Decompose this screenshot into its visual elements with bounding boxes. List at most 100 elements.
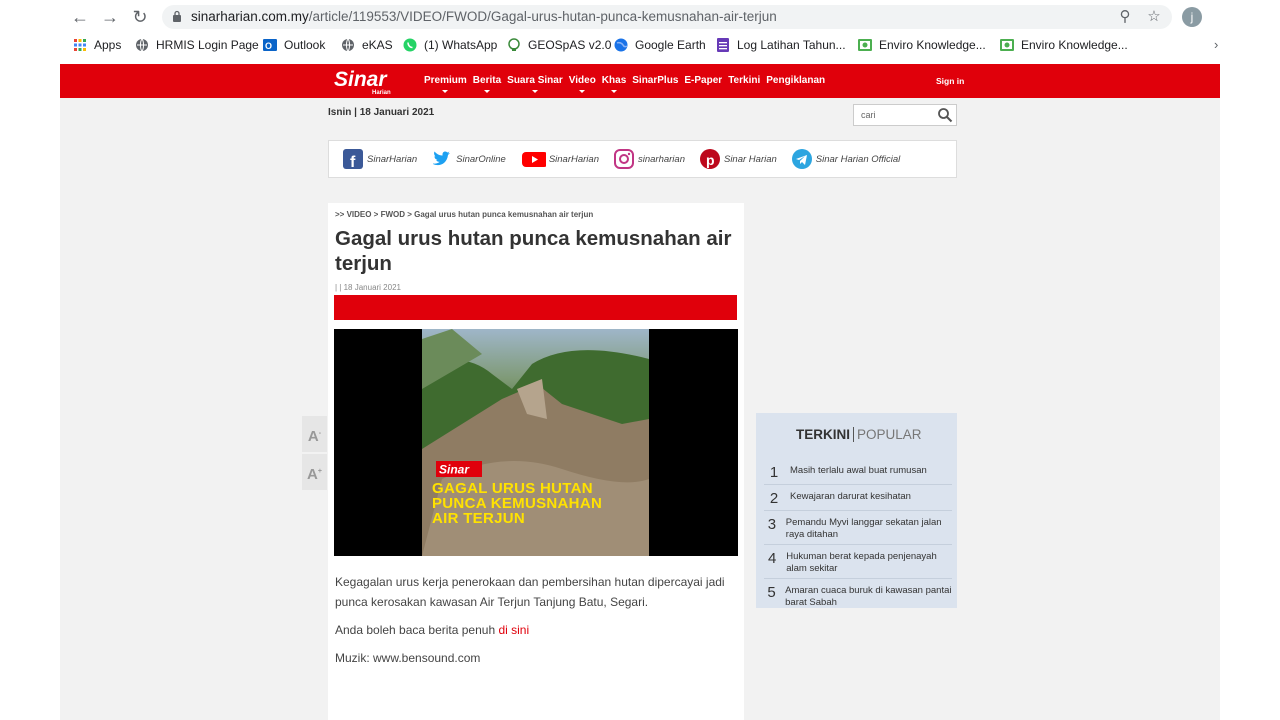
geospas-icon (508, 38, 520, 51)
menu-suara-sinar[interactable]: Suara Sinar (507, 75, 563, 93)
back-arrow-icon[interactable]: ← (69, 6, 91, 28)
caret-down-icon (483, 90, 490, 93)
bookmark-google-earth[interactable]: Google Earth (614, 38, 706, 52)
social-label: SinarHarian (548, 153, 599, 165)
article-paragraph: Muzik: www.bensound.com (335, 651, 481, 665)
bookmark-log-latihan[interactable]: Log Latihan Tahun... (716, 38, 846, 52)
item-headline[interactable]: Masih terlalu awal buat rumusan (784, 463, 927, 477)
video-player[interactable]: Sinar GAGAL URUS HUTAN PUNCA KEMUSNAHAN … (334, 329, 738, 556)
bookmark-label: Apps (94, 38, 122, 52)
social-label: Sinar Harian Official (815, 153, 901, 165)
menu-sinarplus[interactable]: SinarPlus (632, 75, 678, 86)
caret-down-icon (442, 90, 449, 93)
search-icon[interactable] (937, 107, 953, 123)
list-item[interactable]: 2 Kewajaran darurat kesihatan (764, 485, 952, 511)
pinterest-icon: p (699, 149, 720, 169)
url-path: /article/119553/VIDEO/FWOD/Gagal-urus-hu… (308, 9, 777, 24)
social-instagram[interactable]: sinarharian (613, 148, 685, 170)
font-increase-button[interactable]: A+ (302, 454, 327, 490)
article-meta: | | 18 Januari 2021 (335, 283, 401, 292)
social-facebook[interactable]: f SinarHarian (342, 148, 417, 170)
bookmark-whatsapp[interactable]: (1) WhatsApp (403, 38, 497, 52)
social-label: sinarharian (637, 153, 685, 165)
item-headline[interactable]: Pemandu Myvi langgar sekatan jalan raya … (780, 515, 952, 541)
article-paragraph: Kegagalan urus kerja penerokaan dan pemb… (335, 575, 725, 609)
bookmark-apps[interactable]: Apps (73, 38, 121, 52)
item-headline[interactable]: Hukuman berat kepada penjenayah alam sek… (780, 549, 952, 575)
list-item[interactable]: 4 Hukuman berat kepada penjenayah alam se… (764, 545, 952, 579)
social-youtube[interactable]: SinarHarian (520, 148, 599, 170)
caret-down-icon (579, 90, 586, 93)
browser-toolbar: ← → ↻ sinarharian.com.my/article/119553/… (0, 0, 1280, 34)
item-number: 2 (769, 490, 779, 507)
list-item[interactable]: 3 Pemandu Myvi langgar sekatan jalan raya… (764, 511, 952, 545)
google-earth-icon (614, 38, 628, 52)
social-telegram[interactable]: Sinar Harian Official (791, 148, 900, 170)
full-story-link[interactable]: di sini (498, 623, 529, 637)
font-increase-label: A (307, 466, 318, 483)
menu-label: Berita (472, 75, 502, 86)
bookmark-outlook[interactable]: O Outlook (263, 38, 325, 52)
menu-label: Video (568, 75, 596, 86)
menu-terkini[interactable]: Terkini (728, 75, 760, 86)
menu-khas[interactable]: Khas (601, 75, 627, 93)
item-number: 3 (767, 516, 777, 533)
news-list: 1 Masih terlalu awal buat rumusan 2 Kewaja… (764, 459, 952, 612)
apps-grid-icon (74, 39, 86, 51)
zoom-icon[interactable]: ⚲ (1115, 7, 1135, 27)
bookmark-label: (1) WhatsApp (424, 38, 498, 52)
logo-subtext: Harian (372, 90, 391, 96)
item-headline[interactable]: Amaran cuaca buruk di kawasan pantai bar… (779, 583, 952, 609)
item-headline[interactable]: Kewajaran darurat kesihatan (784, 489, 911, 503)
main-menu: Premium Berita Suara Sinar Video Khas Si… (424, 75, 831, 93)
bookmark-label: HRMIS Login Page (156, 38, 259, 52)
font-decrease-button[interactable]: A- (302, 416, 327, 452)
bookmark-enviro-1[interactable]: Enviro Knowledge... (858, 38, 986, 52)
url-text: sinarharian.com.my/article/119553/VIDEO/… (191, 9, 777, 24)
bookmark-geospas[interactable]: GEOSpAS v2.0 (507, 38, 611, 52)
svg-text:p: p (706, 152, 715, 168)
social-label: SinarOnline (456, 153, 506, 165)
list-item[interactable]: 1 Masih terlalu awal buat rumusan (764, 459, 952, 485)
sinar-harian-logo[interactable]: Sinar Harian (332, 66, 410, 96)
menu-label: Pengiklanan (766, 75, 826, 86)
search-input[interactable]: cari (853, 104, 957, 126)
menu-pengiklanan[interactable]: Pengiklanan (766, 75, 825, 86)
youtube-icon (521, 152, 546, 167)
chevron-right-icon[interactable]: › (1214, 37, 1218, 52)
bookmark-enviro-2[interactable]: Enviro Knowledge... (1000, 38, 1128, 52)
address-bar[interactable]: sinarharian.com.my/article/119553/VIDEO/… (162, 5, 1172, 29)
instagram-icon (613, 149, 634, 169)
social-pinterest[interactable]: p Sinar Harian (699, 148, 777, 170)
bookmark-star-icon[interactable]: ☆ (1144, 7, 1164, 27)
menu-label: Premium (424, 75, 467, 86)
reload-icon[interactable]: ↻ (129, 6, 151, 28)
sign-in-link[interactable]: Sign in (936, 76, 964, 86)
menu-label: Khas (601, 75, 627, 86)
menu-berita[interactable]: Berita (472, 75, 502, 93)
lock-icon (173, 10, 181, 22)
article-paragraph: Anda boleh baca berita penuh di sini (335, 620, 735, 640)
tab-terkini[interactable]: TERKINI (796, 427, 854, 442)
font-decrease-label: A (307, 428, 319, 445)
social-twitter[interactable]: SinarOnline (431, 148, 506, 170)
whatsapp-icon (403, 38, 417, 52)
video-sinar-logo: Sinar (436, 461, 482, 477)
menu-epaper[interactable]: E-Paper (684, 75, 722, 86)
tab-popular[interactable]: POPULAR (854, 427, 922, 442)
menu-premium[interactable]: Premium (424, 75, 467, 93)
list-item[interactable]: 5 Amaran cuaca buruk di kawasan pantai ba… (764, 579, 952, 612)
telegram-icon (791, 149, 812, 169)
video-caption: GAGAL URUS HUTAN PUNCA KEMUSNAHAN AIR TE… (432, 480, 603, 527)
enviro-icon (1000, 39, 1014, 51)
bookmark-hrmis[interactable]: HRMIS Login Page (135, 38, 259, 52)
menu-video[interactable]: Video (568, 75, 596, 93)
bookmark-ekas[interactable]: eKAS (341, 38, 393, 52)
breadcrumb[interactable]: >> VIDEO > FWOD > Gagal urus hutan punca… (335, 210, 593, 219)
globe-icon (136, 38, 148, 52)
widget-tabs: TERKINI POPULAR (796, 427, 922, 442)
forward-arrow-icon[interactable]: → (99, 6, 121, 28)
bookmark-label: eKAS (362, 38, 393, 52)
profile-avatar[interactable]: j (1182, 7, 1202, 27)
article-title: Gagal urus hutan punca kemusnahan air te… (335, 227, 732, 275)
